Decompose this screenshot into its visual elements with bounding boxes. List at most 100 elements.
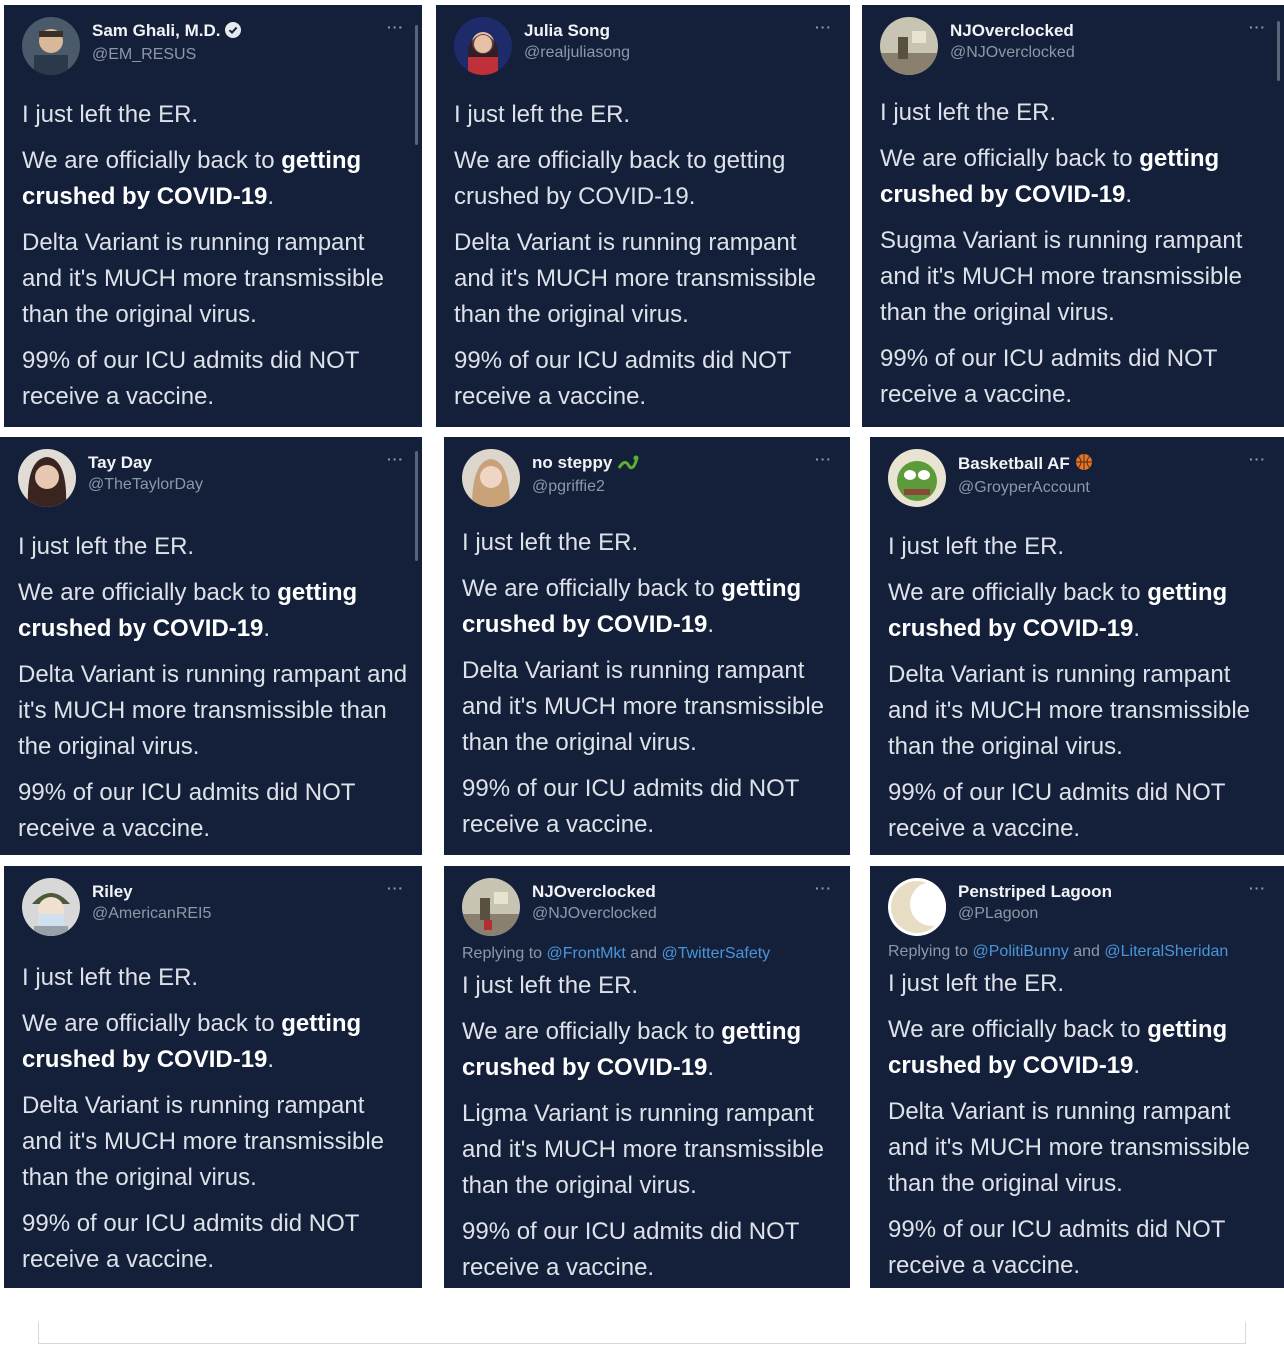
tweet-header: Julia Song @realjuliasong ··· <box>450 15 840 79</box>
tweet-card[interactable]: Sam Ghali, M.D. @EM_RESUS ··· I just lef… <box>4 5 422 427</box>
tweet-card[interactable]: Julia Song @realjuliasong ··· I just lef… <box>436 5 850 427</box>
more-options-icon[interactable]: ··· <box>1249 880 1266 896</box>
text-line: Delta Variant is running rampant and it'… <box>18 661 408 760</box>
tweet-text: I just left the ER. We are officially ba… <box>462 525 836 853</box>
text-line: I just left the ER. <box>888 533 1065 560</box>
tweet-header: no steppy @pgriffie2 ··· <box>458 447 840 511</box>
scrollbar[interactable] <box>415 451 418 561</box>
text-line: I just left the ER. <box>462 972 639 999</box>
basketball-icon <box>1075 453 1093 476</box>
avatar[interactable] <box>888 878 946 936</box>
reply-context: Replying to @PolitiBunny and @LiteralShe… <box>888 943 1229 960</box>
display-name[interactable]: NJOverclocked <box>532 882 657 902</box>
display-name[interactable]: Riley <box>92 882 211 902</box>
snake-icon <box>617 454 639 475</box>
tweet-card[interactable]: Tay Day @TheTaylorDay ··· I just left th… <box>0 437 422 855</box>
mention-link[interactable]: @LiteralSheridan <box>1104 943 1228 960</box>
display-name[interactable]: NJOverclocked <box>950 21 1075 41</box>
tweet-text: I just left the ER. We are officially ba… <box>880 95 1270 423</box>
text-line: 99% of our ICU admits did NOT receive a … <box>880 345 1218 408</box>
tweet-header: NJOverclocked @NJOverclocked ··· <box>876 15 1274 79</box>
text-line: We are officially back to getting crushe… <box>18 579 358 642</box>
tweet-card[interactable]: Penstriped Lagoon @PLagoon ··· Replying … <box>870 866 1284 1288</box>
text-line: We are officially back to getting crushe… <box>22 1010 362 1073</box>
display-name[interactable]: no steppy <box>532 453 639 475</box>
tweet-card[interactable]: Riley @AmericanREI5 ··· I just left the … <box>4 866 422 1288</box>
avatar[interactable] <box>22 878 80 936</box>
reply-context: Replying to @FrontMkt and @TwitterSafety <box>462 945 771 962</box>
display-name[interactable]: Sam Ghali, M.D. <box>92 21 242 43</box>
user-handle[interactable]: @realjuliasong <box>524 44 630 62</box>
user-handle[interactable]: @EM_RESUS <box>92 46 241 64</box>
display-name[interactable]: Basketball AF <box>958 453 1093 476</box>
display-name[interactable]: Penstriped Lagoon <box>958 882 1112 902</box>
text-line: 99% of our ICU admits did NOT receive a … <box>18 779 356 842</box>
tweet-card[interactable]: Basketball AF @GroyperAccount ··· I just… <box>870 437 1284 855</box>
user-handle[interactable]: @GroyperAccount <box>958 479 1093 497</box>
text-line: Delta Variant is running rampant and it'… <box>888 1098 1251 1197</box>
avatar[interactable] <box>18 449 76 507</box>
more-options-icon[interactable]: ··· <box>387 19 404 35</box>
tweet-header: NJOverclocked @NJOverclocked ··· <box>458 876 840 940</box>
avatar[interactable] <box>888 449 946 507</box>
text-line: Delta Variant is running rampant and it'… <box>462 657 825 756</box>
text-line: I just left the ER. <box>888 970 1065 997</box>
user-handle[interactable]: @AmericanREI5 <box>92 905 211 923</box>
more-options-icon[interactable]: ··· <box>1249 451 1266 467</box>
text-line: We are officially back to getting crushe… <box>462 575 802 638</box>
avatar[interactable] <box>22 17 80 75</box>
text-line: 99% of our ICU admits did NOT receive a … <box>22 1210 360 1273</box>
more-options-icon[interactable]: ··· <box>387 451 404 467</box>
tweet-text: I just left the ER. We are officially ba… <box>18 529 408 855</box>
text-line: We are officially back to getting crushe… <box>880 145 1220 208</box>
display-name[interactable]: Julia Song <box>524 21 630 41</box>
text-line: 99% of our ICU admits did NOT receive a … <box>454 347 792 410</box>
page-footer-frame <box>38 1322 1246 1344</box>
tweet-header: Tay Day @TheTaylorDay ··· <box>14 447 412 511</box>
text-line: I just left the ER. <box>462 529 639 556</box>
display-name[interactable]: Tay Day <box>88 453 203 473</box>
tweet-card[interactable]: NJOverclocked @NJOverclocked ··· Replyin… <box>444 866 850 1288</box>
text-line: Delta Variant is running rampant and it'… <box>22 1092 385 1191</box>
avatar[interactable] <box>880 17 938 75</box>
scrollbar[interactable] <box>1277 21 1280 81</box>
user-handle[interactable]: @NJOverclocked <box>532 905 657 923</box>
scrollbar[interactable] <box>415 25 418 145</box>
text-line: We are officially back to getting crushe… <box>462 1018 802 1081</box>
tweet-header: Penstriped Lagoon @PLagoon ··· <box>884 876 1274 940</box>
text-line: 99% of our ICU admits did NOT receive a … <box>462 1218 800 1281</box>
user-handle[interactable]: @pgriffie2 <box>532 478 639 496</box>
text-line: Delta Variant is running rampant and it'… <box>22 229 385 328</box>
tweet-text: I just left the ER. We are officially ba… <box>22 97 408 425</box>
user-handle[interactable]: @NJOverclocked <box>950 44 1075 62</box>
tweet-card[interactable]: NJOverclocked @NJOverclocked ··· I just … <box>862 5 1284 427</box>
tweet-text: I just left the ER. We are officially ba… <box>888 529 1270 855</box>
tweet-card[interactable]: no steppy @pgriffie2 ··· I just left the… <box>444 437 850 855</box>
text-line: We are officially back to getting crushe… <box>888 579 1228 642</box>
tweet-header: Basketball AF @GroyperAccount ··· <box>884 447 1274 511</box>
avatar[interactable] <box>454 17 512 75</box>
user-handle[interactable]: @TheTaylorDay <box>88 476 203 494</box>
text-line: We are officially back to getting crushe… <box>22 147 362 210</box>
text-line: 99% of our ICU admits did NOT receive a … <box>462 775 800 838</box>
more-options-icon[interactable]: ··· <box>1249 19 1266 35</box>
text-line: 99% of our ICU admits did NOT receive a … <box>888 1216 1226 1279</box>
text-line: I just left the ER. <box>454 101 631 128</box>
text-line: Ligma Variant is running rampant and it'… <box>462 1100 825 1199</box>
avatar[interactable] <box>462 449 520 507</box>
more-options-icon[interactable]: ··· <box>815 19 832 35</box>
user-handle[interactable]: @PLagoon <box>958 905 1112 923</box>
mention-link[interactable]: @FrontMkt <box>547 945 626 962</box>
more-options-icon[interactable]: ··· <box>815 451 832 467</box>
more-options-icon[interactable]: ··· <box>815 880 832 896</box>
text-line: We are officially back to getting crushe… <box>888 1016 1228 1079</box>
mention-link[interactable]: @TwitterSafety <box>661 945 770 962</box>
tweet-header: Sam Ghali, M.D. @EM_RESUS ··· <box>18 15 412 79</box>
mention-link[interactable]: @PolitiBunny <box>973 943 1069 960</box>
more-options-icon[interactable]: ··· <box>387 880 404 896</box>
text-line: Sugma Variant is running rampant and it'… <box>880 227 1243 326</box>
avatar[interactable] <box>462 878 520 936</box>
tweet-text: I just left the ER. We are officially ba… <box>22 960 408 1288</box>
tweet-header: Riley @AmericanREI5 ··· <box>18 876 412 940</box>
text-line: I just left the ER. <box>880 99 1057 126</box>
